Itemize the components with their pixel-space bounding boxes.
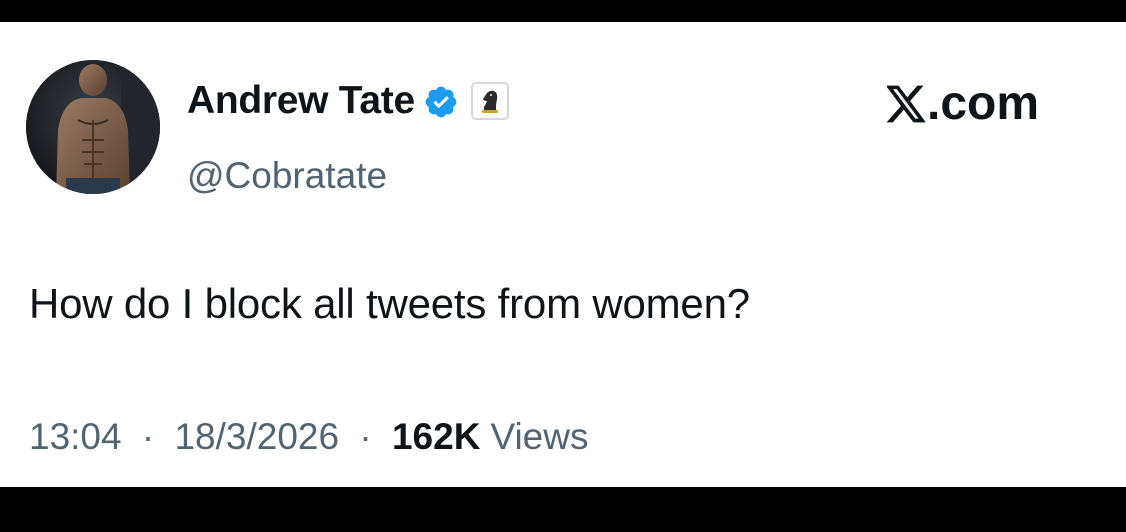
tweet-date[interactable]: 18/3/2026 (174, 416, 339, 457)
tweet-card: Andrew Tate @Cobratate .com How do I blo… (0, 22, 1126, 487)
tweet-time[interactable]: 13:04 (29, 416, 122, 457)
meta-separator: · (141, 416, 155, 457)
x-com-brand: .com (887, 78, 1039, 130)
x-logo-icon (887, 85, 926, 123)
letterbox-bottom (0, 487, 1126, 532)
verified-badge-icon[interactable] (423, 84, 459, 120)
meta-separator: · (359, 416, 372, 457)
display-name[interactable]: Andrew Tate (187, 79, 509, 123)
tweet-meta: 13:04 · 18/3/2026 · 162K Views (29, 415, 588, 459)
avatar[interactable] (26, 60, 160, 194)
tweet-text: How do I block all tweets from women? (29, 280, 750, 327)
display-name-text: Andrew Tate (187, 79, 415, 122)
avatar-image (26, 60, 160, 194)
views-label: Views (490, 416, 589, 457)
chess-knight-icon[interactable] (470, 82, 509, 120)
letterbox-top (0, 0, 1126, 22)
views-count[interactable]: 162K (392, 416, 480, 457)
handle[interactable]: @Cobratate (187, 154, 387, 198)
brand-text: .com (927, 77, 1040, 130)
